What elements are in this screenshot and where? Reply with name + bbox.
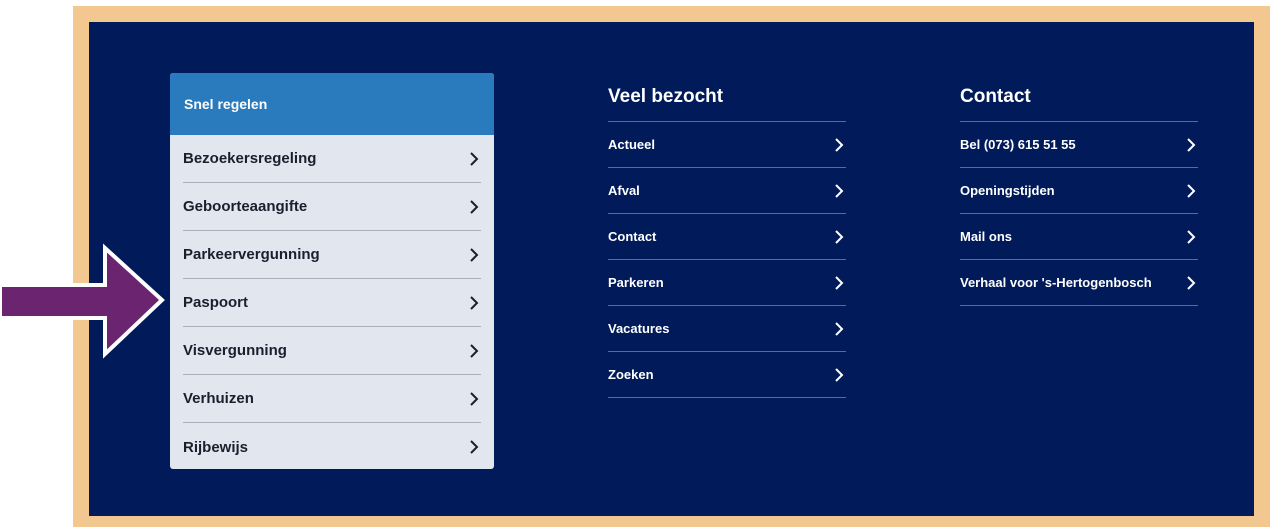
link-vacatures[interactable]: Vacatures bbox=[608, 306, 846, 352]
link-label: Bel (073) 615 51 55 bbox=[960, 137, 1076, 152]
link-openingstijden[interactable]: Openingstijden bbox=[960, 168, 1198, 214]
contact-column: Contact Bel (073) 615 51 55 Openingstijd… bbox=[960, 73, 1198, 306]
quick-item-visvergunning[interactable]: Visvergunning bbox=[183, 327, 481, 375]
quick-item-label: Bezoekersregeling bbox=[183, 150, 317, 167]
chevron-right-icon bbox=[467, 295, 481, 311]
quick-item-label: Paspoort bbox=[183, 294, 249, 311]
chevron-right-icon bbox=[467, 199, 481, 215]
quick-item-label: Parkeervergunning bbox=[183, 246, 320, 263]
chevron-right-icon bbox=[1184, 275, 1198, 291]
link-label: Mail ons bbox=[960, 229, 1013, 244]
quick-item-label: Geboorteaangifte bbox=[183, 198, 308, 215]
link-label: Afval bbox=[608, 183, 640, 198]
chevron-right-icon bbox=[1184, 229, 1198, 245]
quick-actions-card: Snel regelen Bezoekersregeling Geboortea… bbox=[170, 73, 494, 469]
link-phone[interactable]: Bel (073) 615 51 55 bbox=[960, 122, 1198, 168]
link-label: Openingstijden bbox=[960, 183, 1055, 198]
chevron-right-icon bbox=[467, 343, 481, 359]
chevron-right-icon bbox=[832, 137, 846, 153]
veel-bezocht-column: Veel bezocht Actueel Afval Contact Parke… bbox=[608, 73, 846, 398]
link-zoeken[interactable]: Zoeken bbox=[608, 352, 846, 398]
link-afval[interactable]: Afval bbox=[608, 168, 846, 214]
quick-actions-title: Snel regelen bbox=[170, 73, 494, 135]
chevron-right-icon bbox=[467, 247, 481, 263]
quick-item-verhuizen[interactable]: Verhuizen bbox=[183, 375, 481, 423]
chevron-right-icon bbox=[832, 229, 846, 245]
quick-item-parkeervergunning[interactable]: Parkeervergunning bbox=[183, 231, 481, 279]
link-label: Vacatures bbox=[608, 321, 670, 336]
link-label: Verhaal voor 's-Hertogenbosch bbox=[960, 275, 1152, 290]
veel-bezocht-list: Actueel Afval Contact Parkeren Vacatures… bbox=[608, 121, 846, 398]
quick-item-geboorteaangifte[interactable]: Geboorteaangifte bbox=[183, 183, 481, 231]
link-parkeren[interactable]: Parkeren bbox=[608, 260, 846, 306]
chevron-right-icon bbox=[832, 183, 846, 199]
chevron-right-icon bbox=[1184, 183, 1198, 199]
quick-item-bezoekersregeling[interactable]: Bezoekersregeling bbox=[183, 135, 481, 183]
quick-item-label: Rijbewijs bbox=[183, 438, 249, 456]
quick-item-label: Visvergunning bbox=[183, 342, 287, 359]
chevron-right-icon bbox=[832, 275, 846, 291]
chevron-right-icon bbox=[467, 439, 481, 455]
quick-actions-list: Bezoekersregeling Geboorteaangifte Parke… bbox=[170, 135, 494, 469]
arrow-right-icon bbox=[0, 243, 165, 359]
link-actueel[interactable]: Actueel bbox=[608, 122, 846, 168]
contact-title: Contact bbox=[960, 86, 1031, 107]
link-contact[interactable]: Contact bbox=[608, 214, 846, 260]
chevron-right-icon bbox=[467, 151, 481, 167]
chevron-right-icon bbox=[832, 321, 846, 337]
contact-list: Bel (073) 615 51 55 Openingstijden Mail … bbox=[960, 121, 1198, 306]
chevron-right-icon bbox=[1184, 137, 1198, 153]
chevron-right-icon bbox=[832, 367, 846, 383]
link-label: Zoeken bbox=[608, 367, 654, 382]
link-mail[interactable]: Mail ons bbox=[960, 214, 1198, 260]
link-label: Actueel bbox=[608, 137, 655, 152]
chevron-right-icon bbox=[467, 391, 481, 407]
quick-item-paspoort[interactable]: Paspoort bbox=[183, 279, 481, 327]
link-label: Contact bbox=[608, 229, 657, 244]
quick-item-rijbewijs[interactable]: Rijbewijs bbox=[183, 423, 481, 469]
veel-bezocht-title: Veel bezocht bbox=[608, 86, 724, 107]
link-verhaal[interactable]: Verhaal voor 's-Hertogenbosch bbox=[960, 260, 1198, 306]
link-label: Parkeren bbox=[608, 275, 664, 290]
quick-item-label: Verhuizen bbox=[183, 390, 254, 407]
